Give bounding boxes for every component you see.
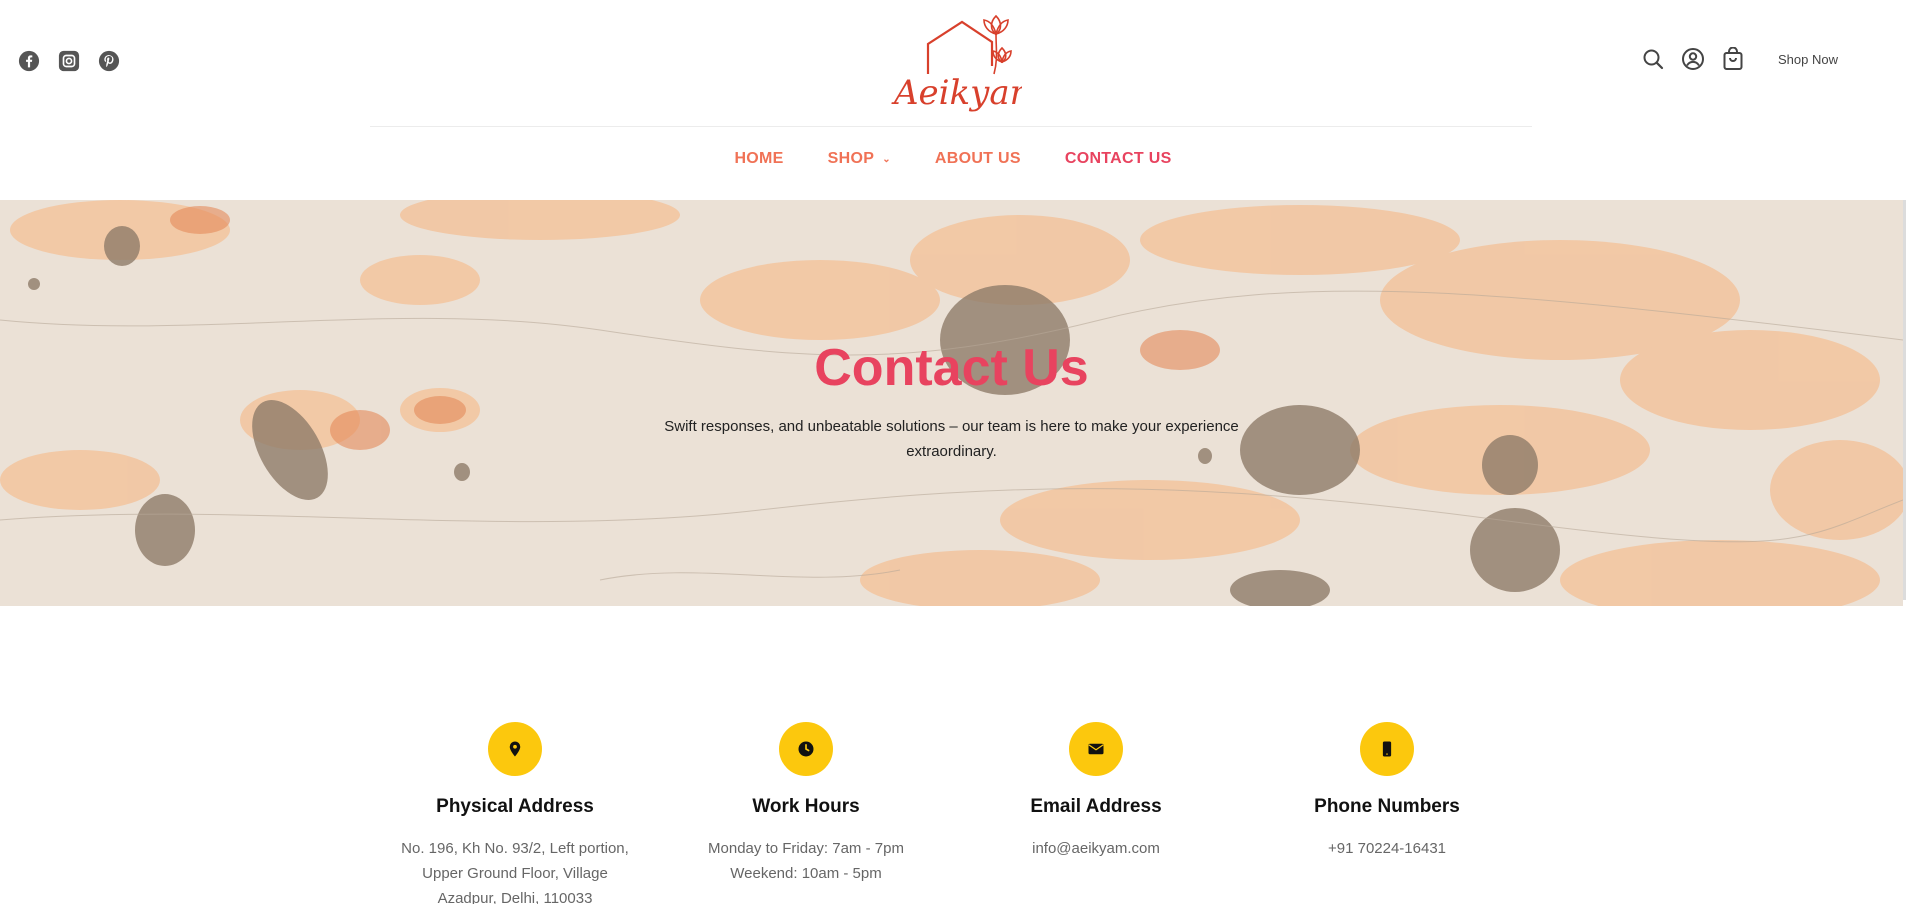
logo-text: Aeikyam [891, 73, 1022, 113]
hours-line: Monday to Friday: 7am - 7pm [708, 840, 904, 857]
card-title: Phone Numbers [1314, 796, 1460, 817]
nav-home[interactable]: HOME [734, 150, 783, 168]
hours-line: Weekend: 10am - 5pm [730, 865, 882, 882]
address-line: Azadpur, Delhi, 110033 [437, 890, 593, 904]
card-title: Email Address [1030, 796, 1162, 817]
card-title: Work Hours [752, 796, 860, 817]
clock-icon [779, 722, 833, 776]
instagram-icon[interactable] [58, 50, 80, 72]
header-divider [370, 126, 1532, 127]
facebook-icon[interactable] [18, 50, 40, 72]
account-icon[interactable] [1680, 46, 1706, 72]
work-hours-card: Work Hours Monday to Friday: 7am - 7pm W… [661, 722, 951, 886]
card-text: info@aeikyam.com [951, 836, 1241, 861]
address-line: Upper Ground Floor, Village [422, 865, 608, 882]
nav-contact-label: CONTACT US [1064, 150, 1172, 167]
main-nav: HOME SHOP ⌄ ABOUT US CONTACT US [0, 150, 1906, 168]
envelope-icon [1069, 722, 1123, 776]
card-title: Physical Address [436, 796, 594, 817]
site-logo[interactable]: Aeikyam [872, 4, 1042, 124]
search-icon[interactable] [1640, 46, 1666, 72]
chevron-down-icon: ⌄ [882, 153, 891, 165]
card-text: +91 70224-16431 [1242, 836, 1532, 861]
nav-shop[interactable]: SHOP ⌄ [828, 150, 891, 168]
cart-icon[interactable] [1720, 46, 1746, 72]
header-tools: Shop Now [1640, 46, 1838, 72]
mobile-phone-icon [1360, 722, 1414, 776]
contact-info-section: Physical Address No. 196, Kh No. 93/2, L… [370, 722, 1532, 904]
email-link[interactable]: info@aeikyam.com [951, 836, 1241, 861]
hero-banner: Contact Us Swift responses, and unbeatab… [0, 200, 1903, 606]
phone-link[interactable]: +91 70224-16431 [1242, 836, 1532, 861]
nav-about-label: ABOUT US [934, 150, 1021, 167]
nav-shop-label: SHOP [827, 150, 875, 167]
marble-background [0, 200, 1903, 606]
hero-subtitle: Swift responses, and unbeatable solution… [664, 418, 1239, 460]
nav-home-label: HOME [734, 150, 784, 167]
page-title: Contact Us [814, 339, 1089, 397]
card-text: No. 196, Kh No. 93/2, Left portion, Uppe… [370, 836, 660, 904]
site-header: Aeikyam Shop Now HOME SHOP ⌄ ABOUT US CON… [0, 0, 1906, 200]
address-line: No. 196, Kh No. 93/2, Left portion, [401, 840, 629, 857]
social-links [18, 50, 120, 72]
nav-about-us[interactable]: ABOUT US [935, 150, 1021, 168]
nav-contact-us[interactable]: CONTACT US [1065, 150, 1172, 168]
shop-now-link[interactable]: Shop Now [1778, 52, 1838, 67]
card-text: Monday to Friday: 7am - 7pm Weekend: 10a… [661, 836, 951, 886]
email-card: Email Address info@aeikyam.com [951, 722, 1241, 861]
phone-card: Phone Numbers +91 70224-16431 [1242, 722, 1532, 861]
address-card: Physical Address No. 196, Kh No. 93/2, L… [370, 722, 660, 904]
pinterest-icon[interactable] [98, 50, 120, 72]
location-pin-icon [488, 722, 542, 776]
